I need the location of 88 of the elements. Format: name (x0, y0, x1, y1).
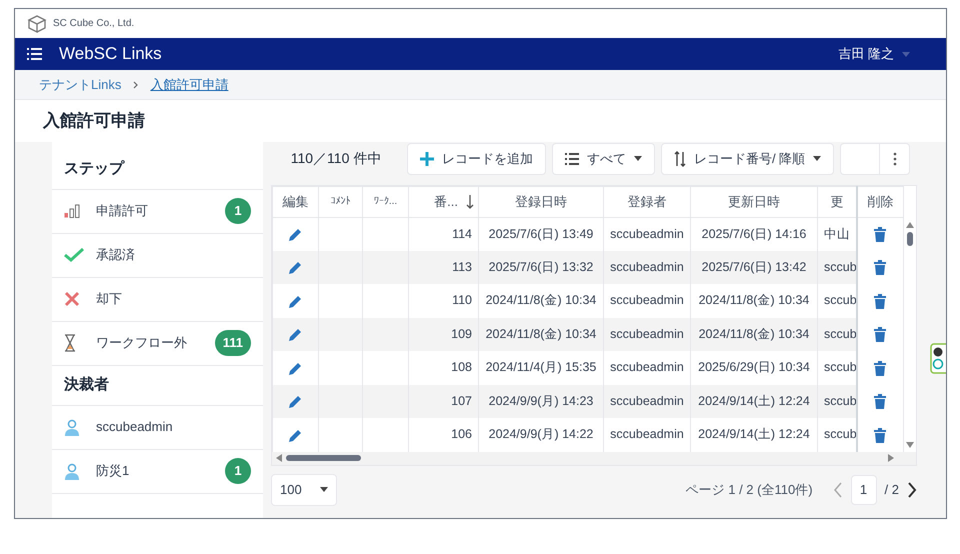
edit-button[interactable] (289, 228, 302, 241)
scroll-thumb[interactable] (286, 455, 361, 461)
page-input[interactable]: 1 (850, 474, 877, 504)
chevron-icon (133, 80, 138, 88)
extension-widget-icon[interactable] (930, 343, 946, 374)
sidebar-item[interactable]: 申請許可 1 (52, 190, 263, 234)
column-header[interactable]: 登録者 (604, 186, 690, 217)
plus-icon (420, 152, 434, 166)
scroll-left-icon[interactable] (276, 454, 282, 462)
edit-button[interactable] (289, 362, 302, 375)
more-icon (892, 152, 897, 166)
caret-icon (634, 156, 642, 161)
delete-button[interactable] (874, 294, 886, 309)
count-badge: 1 (225, 458, 251, 484)
delete-button[interactable] (874, 260, 886, 276)
caret-icon (320, 487, 328, 492)
column-header[interactable]: 番... (408, 186, 478, 217)
page-title: 入館許可申請 (42, 110, 146, 132)
column-header[interactable]: ﾜｰｸ... (362, 186, 408, 217)
column-header[interactable]: 更 (818, 186, 856, 217)
user-icon (64, 418, 80, 436)
filter-dropdown[interactable]: すべて (552, 142, 655, 174)
count-badge: 1 (225, 198, 251, 224)
pencil-icon (289, 395, 302, 408)
hourglass-icon (64, 334, 76, 352)
caret-icon (902, 52, 910, 56)
column-header[interactable]: ｺﾒﾝﾄ (318, 186, 362, 217)
app-title: WebSC Links (59, 43, 162, 66)
delete-button[interactable] (874, 360, 886, 376)
pencil-icon (289, 294, 302, 308)
column-header[interactable]: 登録日時 (478, 186, 604, 217)
delete-button[interactable] (874, 327, 886, 342)
sidebar-item[interactable]: ワークフロー外 111 (52, 322, 263, 366)
sort-dropdown[interactable]: レコード番号/ 降順 (661, 142, 834, 174)
page-total: / 2 (884, 480, 899, 499)
pencil-icon (289, 328, 302, 342)
breadcrumb-link[interactable]: 入館許可申請 (150, 74, 228, 94)
trash-icon (874, 360, 886, 376)
pencil-icon (289, 261, 302, 274)
edit-button[interactable] (289, 261, 302, 274)
delete-button[interactable] (874, 394, 886, 410)
cube-logo-icon (27, 14, 49, 32)
list-icon (565, 152, 579, 164)
section-heading: 決裁者 (52, 366, 263, 406)
user-icon (64, 462, 80, 480)
scroll-up-icon[interactable] (906, 222, 914, 228)
trash-icon (874, 428, 886, 443)
column-header[interactable]: 編集 (272, 186, 318, 217)
sort-icon (674, 150, 686, 166)
sidebar-item[interactable]: 却下 (52, 278, 263, 322)
edit-button[interactable] (289, 428, 302, 442)
pencil-icon (289, 428, 302, 442)
page-size-dropdown[interactable]: 100 (271, 474, 337, 506)
trash-icon (874, 394, 886, 410)
next-page-icon[interactable] (907, 482, 917, 498)
edit-button[interactable] (289, 294, 302, 308)
page-summary: ページ 1 / 2 (全110件) (686, 480, 813, 499)
record-count: 110／110 件中 (290, 149, 382, 168)
menu-icon[interactable] (27, 47, 43, 61)
count-badge: 111 (214, 330, 251, 356)
pencil-icon (289, 228, 302, 241)
bar-chart-icon (64, 204, 80, 218)
sidebar-item[interactable]: 防災1 1 (52, 450, 263, 494)
column-header[interactable]: 更新日時 (690, 186, 818, 217)
trash-icon (874, 260, 886, 276)
scroll-right-icon[interactable] (888, 454, 894, 462)
trash-icon (874, 294, 886, 309)
scroll-down-icon[interactable] (906, 442, 914, 448)
cross-icon (64, 291, 80, 307)
sidebar-item[interactable]: sccubeadmin (52, 406, 263, 450)
scroll-thumb[interactable] (907, 232, 913, 246)
sidebar-item[interactable]: 承認済 (52, 234, 263, 278)
section-heading: ステップ (52, 150, 263, 190)
sort-arrow-icon (466, 195, 474, 210)
company-name: SC Cube Co., Ltd. (53, 17, 134, 31)
caret-icon (813, 156, 822, 161)
delete-button[interactable] (874, 226, 886, 242)
trash-icon (874, 226, 886, 242)
edit-button[interactable] (289, 328, 302, 342)
breadcrumb-link[interactable]: テナントLinks (39, 74, 122, 94)
check-icon (64, 248, 84, 262)
pencil-icon (289, 362, 302, 375)
trash-icon (874, 327, 886, 342)
edit-button[interactable] (289, 395, 302, 408)
user-menu[interactable]: 吉田 隆之 (838, 44, 910, 64)
horizontal-scrollbar[interactable] (272, 452, 916, 464)
delete-button[interactable] (874, 428, 886, 443)
add-record-button[interactable]: レコードを追加 (407, 142, 546, 174)
